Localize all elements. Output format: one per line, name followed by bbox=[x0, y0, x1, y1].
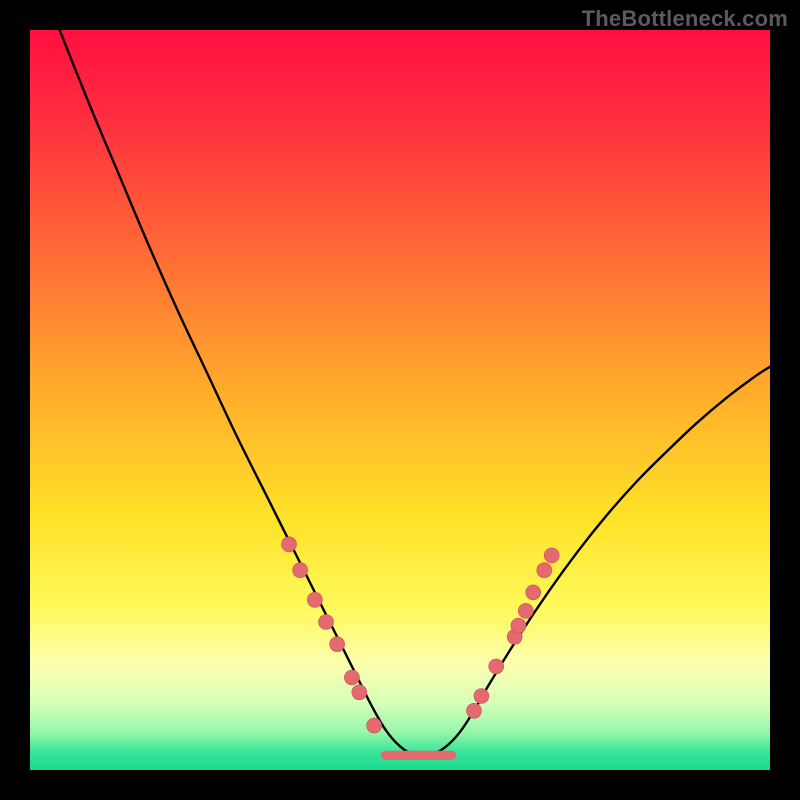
data-marker bbox=[489, 659, 504, 674]
data-marker bbox=[367, 718, 382, 733]
gradient-background bbox=[30, 30, 770, 770]
data-marker bbox=[526, 585, 541, 600]
bottleneck-chart-svg bbox=[30, 30, 770, 770]
data-marker bbox=[474, 689, 489, 704]
watermark-text: TheBottleneck.com bbox=[582, 6, 788, 32]
data-marker bbox=[282, 537, 297, 552]
data-marker bbox=[319, 615, 334, 630]
data-marker bbox=[330, 637, 345, 652]
data-marker bbox=[293, 563, 308, 578]
data-marker bbox=[511, 618, 526, 633]
data-marker bbox=[352, 685, 367, 700]
data-marker bbox=[537, 563, 552, 578]
data-marker bbox=[307, 592, 322, 607]
plot-area bbox=[30, 30, 770, 770]
data-marker bbox=[544, 548, 559, 563]
data-marker bbox=[518, 603, 533, 618]
data-marker bbox=[344, 670, 359, 685]
data-marker bbox=[467, 703, 482, 718]
chart-frame: TheBottleneck.com bbox=[0, 0, 800, 800]
